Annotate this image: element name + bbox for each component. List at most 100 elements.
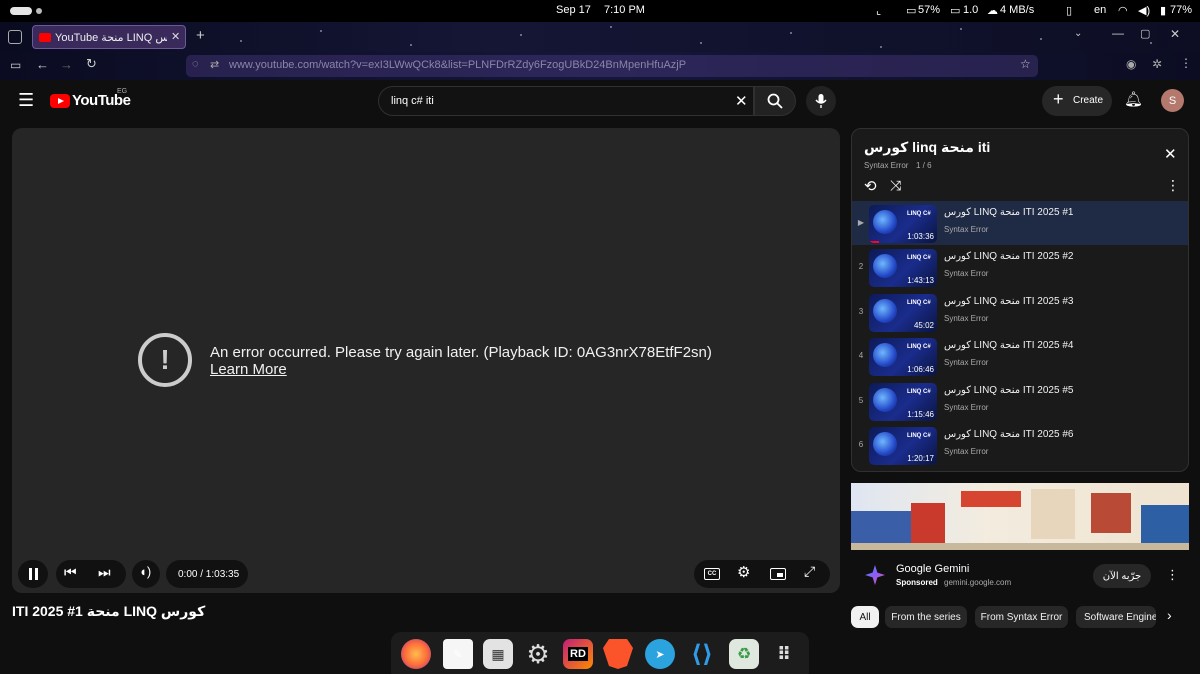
chip-from-channel[interactable]: From Syntax Error — [975, 606, 1068, 628]
loop-icon[interactable]: ⟲ — [864, 177, 877, 195]
firefox-icon[interactable] — [401, 639, 431, 669]
sponsored-ad[interactable]: Google Gemini Sponsored gemini.google.co… — [851, 483, 1189, 600]
previous-button[interactable]: ⏮︎ — [64, 564, 77, 581]
watch-progress — [869, 241, 879, 243]
sidebar-toggle-icon[interactable]: ▭ — [10, 58, 21, 72]
learn-more-link[interactable]: Learn More — [210, 361, 287, 378]
item-title: كورس LINQ منحة ITI 2025 #5 — [944, 385, 1074, 396]
playlist-item[interactable]: 3 LINQ C# 45:02 كورس LINQ منحة ITI 2025 #… — [852, 290, 1188, 334]
wifi-icon: ◠ — [1118, 5, 1128, 17]
plus-icon: + — [1053, 89, 1064, 109]
youtube-header: ☰ YouTube EG linq c# iti ✕ + Create 🔔︎ S — [0, 80, 1200, 122]
thumb-label: LINQ C# — [907, 255, 931, 261]
extension-icon[interactable]: ◉ — [1126, 57, 1136, 71]
playlist-item[interactable]: 5 LINQ C# 1:15:46 كورس LINQ منحة ITI 2025… — [852, 379, 1188, 423]
search-box[interactable]: linq c# iti ✕ — [378, 86, 754, 116]
status-battery: 77% — [1170, 4, 1193, 16]
bookmark-star-icon[interactable]: ☆ — [1020, 57, 1031, 71]
maximize-icon[interactable]: ▢ — [1140, 27, 1150, 40]
reload-icon[interactable]: ↻ — [86, 56, 97, 72]
playlist-item[interactable]: ▶ LINQ C# 1:03:36 كورس LINQ منحة ITI 2025… — [852, 201, 1188, 245]
chip-from-series[interactable]: From the series — [885, 606, 967, 628]
back-arrow-icon[interactable]: ← — [36, 57, 49, 72]
item-index: 5 — [858, 396, 864, 405]
calculator-icon[interactable]: ▦ — [483, 639, 513, 669]
chip-label: All — [859, 611, 871, 623]
trash-icon[interactable]: ♻ — [729, 639, 759, 669]
ad-domain: gemini.google.com — [944, 578, 1012, 587]
vscode-icon[interactable]: ⟨⟩ — [687, 639, 717, 669]
settings-gear-icon[interactable]: ⚙ — [737, 563, 750, 581]
pause-button[interactable] — [22, 560, 46, 588]
chips-next-chevron-icon[interactable]: › — [1167, 607, 1172, 623]
cpu-icon: ▭ — [906, 5, 917, 17]
create-button[interactable]: + Create — [1042, 86, 1112, 116]
text-editor-icon[interactable]: ✎ — [443, 639, 473, 669]
video-thumbnail: LINQ C# 1:15:46 — [869, 383, 937, 421]
rider-icon[interactable]: RD — [563, 639, 593, 669]
app-grid-icon[interactable]: ⠿ — [769, 639, 799, 669]
puzzle-icon[interactable]: ✲ — [1152, 57, 1162, 71]
search-input[interactable]: linq c# iti — [391, 95, 434, 107]
tab-overview-icon[interactable] — [8, 30, 22, 44]
item-index: 2 — [858, 262, 864, 271]
playlist-panel: كورس linq منحة iti Syntax Error 1 / 6 ✕ … — [851, 128, 1189, 472]
playlist-channel[interactable]: Syntax Error — [864, 161, 908, 170]
shield-icon[interactable]: ◌ — [192, 58, 199, 70]
hamburger-menu-icon[interactable]: ☰ — [18, 90, 34, 111]
playlist-item[interactable]: 4 LINQ C# 1:06:46 كورس LINQ منحة ITI 2025… — [852, 334, 1188, 378]
clear-search-icon[interactable]: ✕ — [735, 92, 748, 110]
country-code: EG — [117, 88, 128, 95]
video-thumbnail: LINQ C# 1:06:46 — [869, 338, 937, 376]
item-title: كورس LINQ منحة ITI 2025 #6 — [944, 429, 1074, 440]
volume-button[interactable]: ◖) — [139, 564, 151, 579]
playing-indicator-icon: ▶ — [857, 218, 865, 227]
playlist-item[interactable]: 2 LINQ C# 1:43:13 كورس LINQ منحة ITI 2025… — [852, 245, 1188, 289]
close-window-icon[interactable]: ✕ — [1170, 27, 1180, 41]
status-dot-icon — [36, 8, 42, 14]
notifications-bell-icon[interactable]: 🔔︎ — [1124, 90, 1143, 108]
thumb-label: LINQ C# — [907, 433, 931, 439]
tab-list-chevron-icon[interactable]: ⌄ — [1074, 28, 1082, 39]
miniplayer-button[interactable] — [770, 568, 786, 580]
youtube-logo[interactable]: YouTube EG — [50, 88, 131, 112]
permissions-icon[interactable]: ⇄ — [210, 58, 219, 71]
address-bar[interactable]: ◌ ⇄ www.youtube.com/watch?v=exI3LWwQCk8&… — [186, 55, 1038, 77]
browser-tab-active[interactable]: YouTube منحة LINQ كورس ✕ — [32, 25, 186, 49]
captions-button[interactable]: CC — [704, 568, 720, 580]
telegram-icon[interactable]: ➤ — [645, 639, 675, 669]
duration: 1:06:46 — [907, 365, 934, 374]
status-time: 7:10 PM — [604, 4, 645, 16]
chip-label: From Syntax Error — [980, 611, 1063, 623]
item-index: 3 — [858, 307, 864, 316]
close-playlist-icon[interactable]: ✕ — [1164, 145, 1177, 163]
item-index: 4 — [858, 351, 864, 360]
menu-dots-icon[interactable]: ⋮ — [1180, 56, 1192, 70]
ad-banner-image[interactable] — [851, 483, 1189, 550]
avatar[interactable]: S — [1161, 89, 1184, 112]
search-icon — [767, 93, 783, 109]
settings-icon[interactable]: ⚙ — [523, 639, 553, 669]
chip-all[interactable]: All — [851, 606, 879, 628]
shuffle-icon[interactable]: ⤨ — [890, 177, 901, 194]
ad-advertiser[interactable]: Google Gemini — [896, 563, 969, 575]
brave-icon[interactable] — [603, 639, 633, 669]
ad-menu-icon[interactable]: ⋮ — [1166, 567, 1179, 583]
clipboard-icon: ▯ — [1066, 5, 1073, 17]
voice-search-button[interactable] — [806, 86, 836, 116]
video-player[interactable]: ! An error occurred. Please try again la… — [12, 128, 840, 593]
playlist-item[interactable]: 6 LINQ C# 1:20:17 كورس LINQ منحة ITI 2025… — [852, 423, 1188, 467]
status-mem: 1.0 — [963, 4, 979, 16]
fullscreen-icon[interactable]: ⤢ — [804, 563, 815, 580]
playlist-menu-icon[interactable]: ⋮ — [1166, 177, 1180, 194]
minimize-icon[interactable]: — — [1112, 26, 1124, 40]
next-button[interactable]: ⏭︎ — [98, 564, 111, 581]
tab-close-icon[interactable]: ✕ — [171, 30, 180, 43]
ad-cta-button[interactable]: جرّبه الآن — [1093, 564, 1151, 588]
gemini-logo-icon — [865, 565, 885, 585]
chip-software-engine[interactable]: Software Engine — [1076, 606, 1156, 628]
forward-arrow-icon[interactable]: → — [60, 57, 73, 72]
new-tab-button[interactable]: + — [196, 27, 205, 44]
url-text[interactable]: www.youtube.com/watch?v=exI3LWwQCk8&list… — [229, 59, 686, 71]
search-button[interactable] — [754, 86, 796, 116]
